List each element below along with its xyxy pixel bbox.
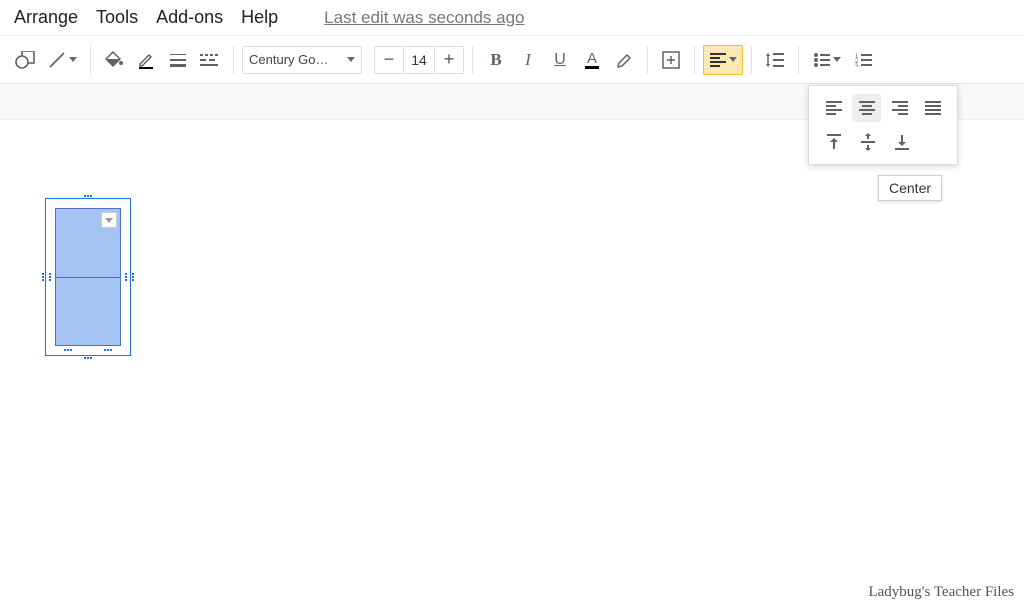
shape-rectangle[interactable] [55,208,121,346]
underline-button[interactable]: U [545,45,575,75]
menu-addons[interactable]: Add-ons [156,7,223,28]
svg-text:3: 3 [855,64,859,67]
shape-divider [56,277,120,278]
align-button[interactable] [703,45,743,75]
chevron-down-icon [833,57,841,62]
border-color-button[interactable] [131,45,161,75]
tooltip-center: Center [878,175,942,201]
font-picker[interactable]: Century Go… [242,46,362,74]
align-justify-button[interactable] [918,94,947,122]
shape-tool-button[interactable] [10,45,40,75]
align-top-button[interactable] [819,128,849,156]
insert-comment-button[interactable] [656,45,686,75]
menubar: Arrange Tools Add-ons Help Last edit was… [0,0,1024,36]
align-left-button[interactable] [819,94,848,122]
border-weight-button[interactable] [163,45,193,75]
toolbar: Century Go… − + B I U A 123 [0,36,1024,84]
selected-shape[interactable] [45,198,131,356]
line-spacing-button[interactable] [760,45,790,75]
highlight-button[interactable] [609,45,639,75]
chevron-down-icon [729,57,737,62]
bulleted-list-button[interactable] [807,45,847,75]
fill-color-button[interactable] [99,45,129,75]
svg-text:A: A [587,50,597,67]
font-size-stepper: − + [374,46,464,74]
watermark: Ladybug's Teacher Files [868,584,1014,601]
align-middle-button[interactable] [853,128,883,156]
menu-arrange[interactable]: Arrange [14,7,78,28]
menu-tools[interactable]: Tools [96,7,138,28]
align-popup [808,85,958,165]
chevron-down-icon [347,57,355,62]
chevron-down-icon [69,57,77,62]
font-size-increase[interactable]: + [435,47,463,73]
font-name-label: Century Go… [249,52,328,67]
font-size-decrease[interactable]: − [375,47,403,73]
font-size-input[interactable] [403,47,435,73]
italic-button[interactable]: I [513,45,543,75]
align-bottom-button[interactable] [887,128,917,156]
border-dash-button[interactable] [195,45,225,75]
chevron-down-icon [105,218,113,223]
line-tool-button[interactable] [42,45,82,75]
align-center-button[interactable] [852,94,881,122]
last-edit-link[interactable]: Last edit was seconds ago [324,8,524,28]
align-right-button[interactable] [885,94,914,122]
menu-help[interactable]: Help [241,7,278,28]
text-color-button[interactable]: A [577,45,607,75]
numbered-list-button[interactable]: 123 [849,45,879,75]
shape-options-button[interactable] [101,212,117,228]
bold-button[interactable]: B [481,45,511,75]
